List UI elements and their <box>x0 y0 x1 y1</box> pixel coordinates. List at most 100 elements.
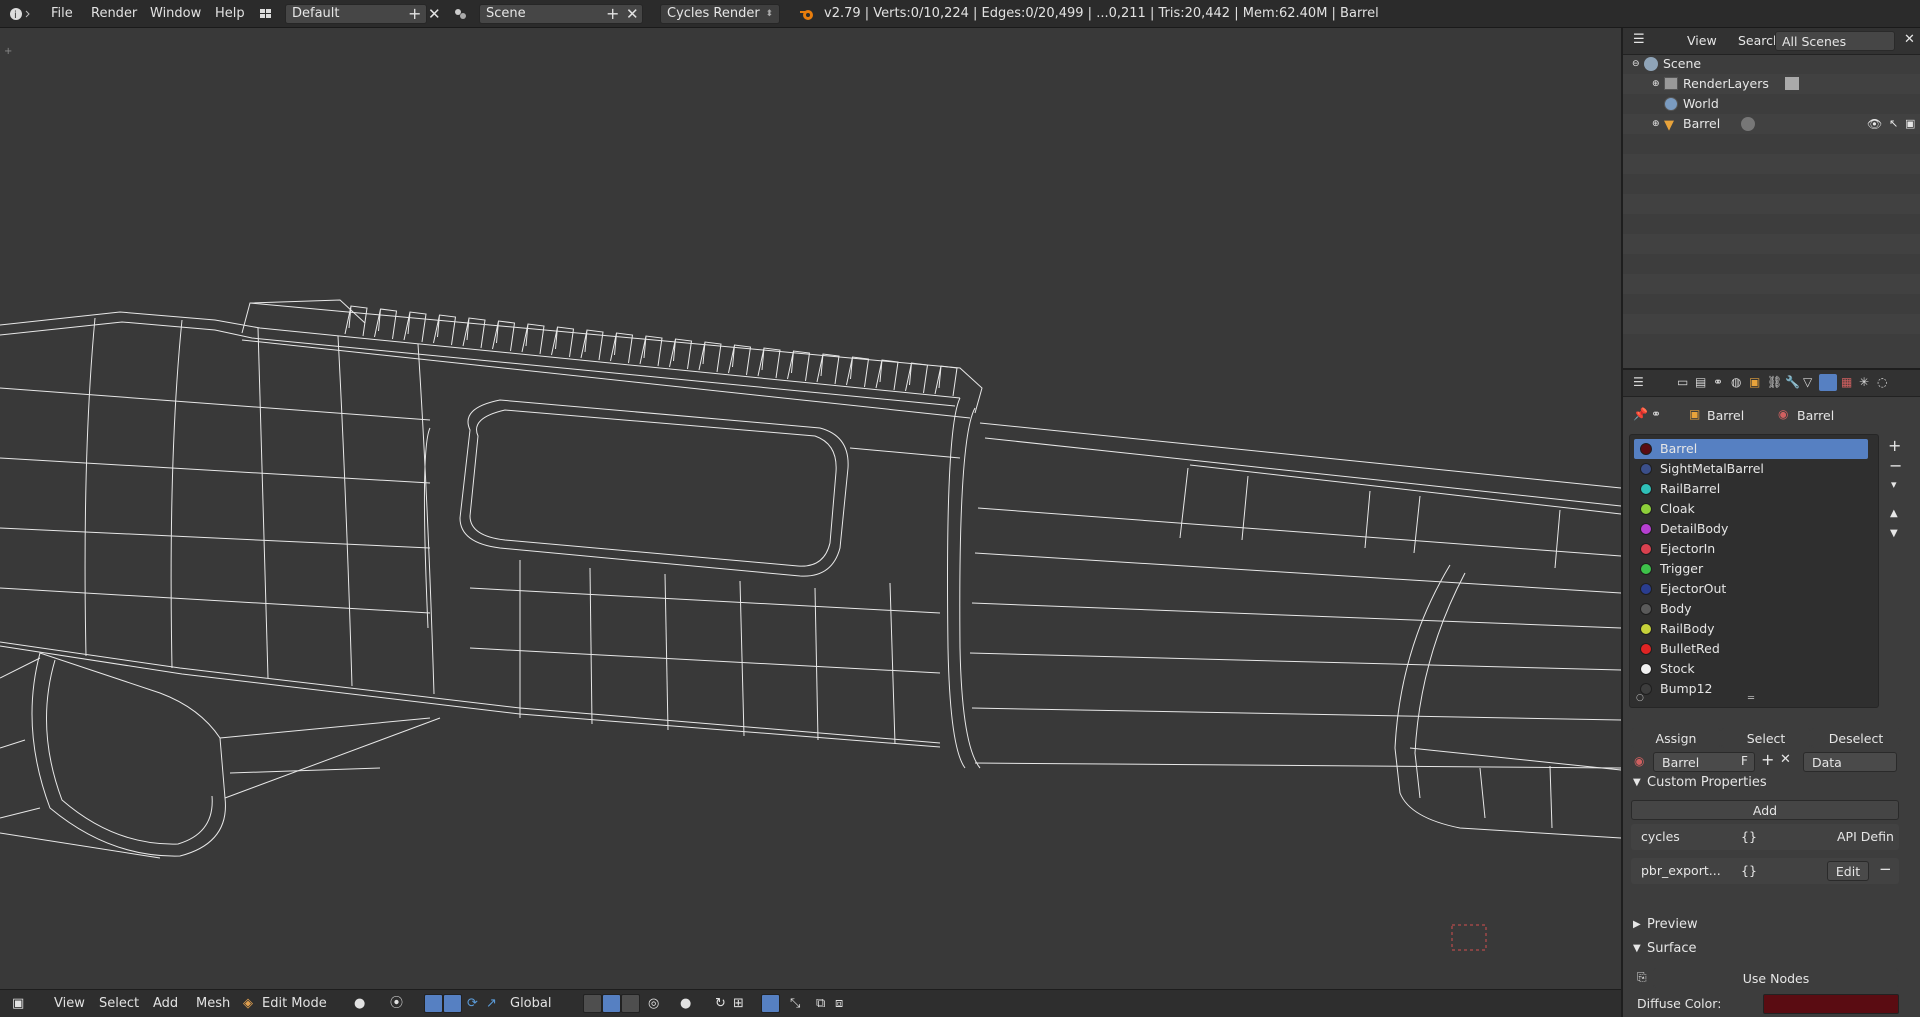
material-slot[interactable]: DetailBody <box>1634 519 1868 539</box>
menu-select[interactable]: Select <box>99 990 139 1017</box>
surface-panel-title[interactable]: Surface <box>1647 941 1697 956</box>
scene-selector-icon[interactable] <box>452 6 476 22</box>
material-slot[interactable]: BulletRed <box>1634 639 1868 659</box>
screen-layout-icon[interactable] <box>258 6 284 22</box>
outliner-row-world[interactable]: World <box>1623 94 1920 114</box>
render-tab-icon[interactable]: ▭ <box>1677 375 1688 389</box>
expand-icon[interactable]: ⊕ <box>1652 74 1660 94</box>
unlink-material-button[interactable]: ✕ <box>1780 752 1791 767</box>
menu-window[interactable]: Window <box>150 0 201 28</box>
outliner-menu-view[interactable]: View <box>1687 33 1717 48</box>
pivot-point-icon[interactable]: ⦿ <box>390 990 403 1017</box>
edit-property-button[interactable]: Edit <box>1827 861 1869 881</box>
material-slot[interactable]: RailBody <box>1634 619 1868 639</box>
material-slot[interactable]: Cloak <box>1634 499 1868 519</box>
list-resize-handle[interactable]: ═ <box>1748 693 1754 704</box>
outliner-row-scene[interactable]: ⊖ Scene <box>1623 54 1920 74</box>
renderable-camera-icon[interactable]: ▣ <box>1905 114 1915 134</box>
slot-specials-icon[interactable]: ▾ <box>1891 478 1897 491</box>
outliner-row-barrel[interactable]: ⊕ ▼ Barrel 👁 ↖ ▣ <box>1623 114 1920 134</box>
expand-icon[interactable]: ⊕ <box>1652 114 1660 134</box>
render-engine-select[interactable]: Cycles Render ⬍ <box>660 4 780 24</box>
material-link-select[interactable]: Data <box>1803 752 1897 772</box>
material-tab-icon[interactable] <box>1819 374 1837 391</box>
material-slot[interactable]: SightMetalBarrel <box>1634 459 1868 479</box>
object-tab-icon[interactable]: ▣ <box>1749 375 1760 389</box>
move-slot-down-icon[interactable]: ▼ <box>1890 528 1898 539</box>
material-slot[interactable]: EjectorOut <box>1634 579 1868 599</box>
opengl-render-icon[interactable]: ⧉ <box>816 990 825 1017</box>
deselect-button[interactable]: Deselect <box>1811 728 1901 748</box>
layer-button-1[interactable] <box>583 994 602 1013</box>
add-screen-button[interactable]: + <box>408 0 421 28</box>
menu-add[interactable]: Add <box>153 990 178 1017</box>
material-slot[interactable]: RailBarrel <box>1634 479 1868 499</box>
add-property-button[interactable]: Add <box>1631 800 1899 820</box>
material-slot[interactable]: Trigger <box>1634 559 1868 579</box>
proportional-editing-icon[interactable]: ◎ <box>648 990 659 1017</box>
menu-file[interactable]: File <box>51 0 73 28</box>
pin-icon[interactable]: 📌 <box>1633 407 1648 421</box>
expand-icon[interactable]: ⊖ <box>1632 54 1640 74</box>
physics-tab-icon[interactable]: ◌ <box>1877 375 1887 389</box>
data-tab-icon[interactable]: ▽ <box>1803 375 1812 389</box>
custom-properties-toggle[interactable]: ▼ <box>1633 777 1641 788</box>
particles-tab-icon[interactable]: ✳ <box>1859 375 1869 389</box>
fake-user-toggle[interactable]: F <box>1741 754 1748 768</box>
selectable-cursor-icon[interactable]: ↖ <box>1889 114 1898 134</box>
menu-help[interactable]: Help <box>215 0 245 28</box>
remove-screen-button[interactable]: ✕ <box>428 0 441 28</box>
transform-orientation-select[interactable]: Global <box>510 990 551 1017</box>
snap-increment-icon[interactable]: ⊞ <box>733 990 744 1017</box>
remove-slot-button[interactable]: − <box>1889 456 1902 475</box>
new-material-button[interactable]: + <box>1761 750 1774 769</box>
layer-button-3[interactable] <box>621 994 640 1013</box>
snap-target-button[interactable] <box>761 994 780 1013</box>
add-slot-button[interactable]: + <box>1888 436 1901 455</box>
snap-toggle-icon[interactable]: ● <box>680 990 691 1017</box>
select-button[interactable]: Select <box>1721 728 1811 748</box>
material-slot-list[interactable]: Barrel SightMetalBarrel RailBarrel Cloak Det… <box>1629 434 1879 708</box>
menu-view[interactable]: View <box>54 990 85 1017</box>
material-browse-icon[interactable]: ◉ <box>1634 754 1644 768</box>
add-scene-button[interactable]: + <box>606 0 619 28</box>
material-name-field[interactable]: Barrel <box>1653 752 1755 772</box>
world-tab-icon[interactable]: ◍ <box>1731 375 1741 389</box>
scene-tab-icon[interactable]: ⚭ <box>1713 375 1723 389</box>
diffuse-color-swatch[interactable] <box>1763 994 1899 1014</box>
preview-panel-title[interactable]: Preview <box>1647 917 1698 932</box>
material-slot[interactable]: Stock <box>1634 659 1868 679</box>
rotate-manipulator-icon[interactable]: ⟳ <box>467 990 478 1017</box>
snap-element-icon[interactable]: ↻ <box>715 990 726 1017</box>
list-filter-icon[interactable]: ○ <box>1636 693 1644 703</box>
opengl-anim-icon[interactable]: ⧈ <box>835 990 843 1017</box>
mode-select[interactable]: Edit Mode <box>262 990 327 1017</box>
3d-view-editor-icon[interactable]: ▣ <box>12 990 24 1017</box>
properties-editor-icon[interactable]: ☰ <box>1633 375 1644 389</box>
menu-mesh[interactable]: Mesh <box>196 990 230 1017</box>
texture-tab-icon[interactable]: ▦ <box>1841 375 1852 389</box>
screen-layout-field[interactable]: Default <box>285 4 427 24</box>
preview-toggle[interactable]: ▶ <box>1633 919 1641 930</box>
assign-button[interactable]: Assign <box>1631 728 1721 748</box>
surface-toggle[interactable]: ▼ <box>1633 943 1641 954</box>
translate-manipulator[interactable] <box>443 994 462 1013</box>
scale-manipulator-icon[interactable]: ↗ <box>486 990 497 1017</box>
visibility-eye-icon[interactable]: 👁 <box>1867 114 1882 134</box>
render-preview-icon[interactable]: ⤡ <box>790 990 800 1017</box>
menu-render[interactable]: Render <box>91 0 137 28</box>
material-slot[interactable]: Barrel <box>1634 439 1868 459</box>
outliner-close-icon[interactable]: ✕ <box>1904 32 1915 47</box>
move-slot-up-icon[interactable]: ▲ <box>1890 508 1898 519</box>
remove-property-button[interactable]: − <box>1879 860 1892 878</box>
layer-button-2[interactable] <box>602 994 621 1013</box>
material-slot[interactable]: Body <box>1634 599 1868 619</box>
modifiers-tab-icon[interactable]: 🔧 <box>1785 375 1800 389</box>
render-layers-tab-icon[interactable]: ▤ <box>1695 375 1706 389</box>
constraints-tab-icon[interactable]: ⛓ <box>1767 375 1782 389</box>
info-editor-icon[interactable]: i <box>8 6 34 22</box>
remove-scene-button[interactable]: ✕ <box>626 0 639 28</box>
material-slot[interactable]: EjectorIn <box>1634 539 1868 559</box>
3d-viewport[interactable]: + <box>0 28 1621 989</box>
outliner-row-renderlayers[interactable]: ⊕ RenderLayers <box>1623 74 1920 94</box>
